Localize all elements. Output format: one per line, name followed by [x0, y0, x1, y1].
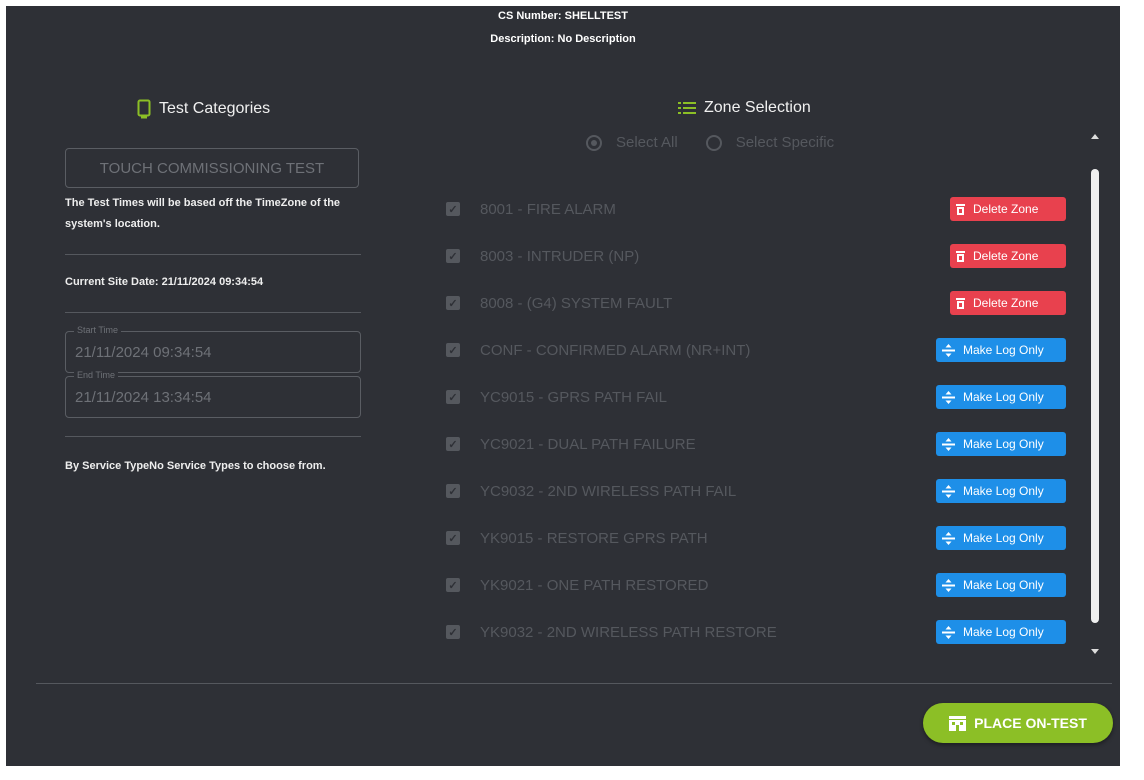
- divider: [65, 312, 361, 313]
- phone-icon: [137, 99, 151, 119]
- make-log-only-button[interactable]: Make Log Only: [936, 479, 1066, 503]
- zone-row: ✓ YC9015 - GPRS PATH FAIL Make Log Only: [444, 382, 1066, 412]
- trash-icon: [956, 203, 965, 215]
- divider: [65, 254, 361, 255]
- select-specific-radio[interactable]: [705, 134, 722, 151]
- zone-mode-radio-group: Select All Select Specific: [586, 134, 834, 151]
- service-type-note: By Service TypeNo Service Types to choos…: [65, 460, 326, 472]
- split-icon: [942, 484, 955, 498]
- split-icon: [942, 625, 955, 639]
- make-log-only-button[interactable]: Make Log Only: [936, 432, 1066, 456]
- zone-row: ✓ 8003 - INTRUDER (NP) Delete Zone: [444, 241, 1066, 271]
- zone-row: ✓ YK9032 - 2ND WIRELESS PATH RESTORE Mak…: [444, 617, 1066, 647]
- zone-checkbox[interactable]: ✓: [446, 343, 460, 357]
- building-icon: [949, 715, 967, 731]
- test-panel: CS Number: SHELLTEST Description: No Des…: [6, 6, 1120, 766]
- select-all-radio[interactable]: [586, 134, 602, 151]
- trash-icon: [956, 297, 965, 309]
- zone-row: ✓ YC9032 - 2ND WIRELESS PATH FAIL Make L…: [444, 476, 1066, 506]
- zone-checkbox[interactable]: ✓: [446, 484, 460, 498]
- zone-row: ✓ CONF - CONFIRMED ALARM (NR+INT) Make L…: [444, 335, 1066, 365]
- end-time-value: 21/11/2024 13:34:54: [75, 389, 212, 406]
- delete-zone-button[interactable]: Delete Zone: [950, 291, 1066, 315]
- make-log-only-button[interactable]: Make Log Only: [936, 526, 1066, 550]
- zone-list-scrollbar[interactable]: [1091, 169, 1099, 623]
- delete-zone-button[interactable]: Delete Zone: [950, 244, 1066, 268]
- start-time-field[interactable]: Start Time 21/11/2024 09:34:54: [65, 325, 361, 373]
- split-icon: [942, 343, 955, 357]
- end-time-label: End Time: [74, 370, 119, 380]
- zone-checkbox[interactable]: ✓: [446, 390, 460, 404]
- description: Description: No Description: [490, 33, 636, 45]
- zone-row: ✓ 8008 - (G4) SYSTEM FAULT Delete Zone: [444, 288, 1066, 318]
- select-specific-label: Select Specific: [735, 134, 835, 151]
- divider: [65, 436, 361, 437]
- scroll-up-arrow-icon[interactable]: [1091, 134, 1099, 139]
- zone-row: ✓ YK9021 - ONE PATH RESTORED Make Log On…: [444, 570, 1066, 600]
- split-icon: [942, 437, 955, 451]
- zone-checkbox[interactable]: ✓: [446, 437, 460, 451]
- test-category-input[interactable]: TOUCH COMMISSIONING TEST: [65, 148, 359, 188]
- cs-number: CS Number: SHELLTEST: [498, 10, 628, 22]
- zone-checkbox[interactable]: ✓: [446, 296, 460, 310]
- zone-selection-title: Zone Selection: [678, 99, 811, 117]
- test-categories-title: Test Categories: [137, 99, 270, 119]
- select-all-label: Select All: [616, 134, 678, 151]
- place-on-test-button[interactable]: PLACE ON-TEST: [923, 703, 1113, 743]
- end-time-field[interactable]: End Time 21/11/2024 13:34:54: [65, 370, 361, 418]
- list-icon: [678, 102, 696, 114]
- trash-icon: [956, 250, 965, 262]
- delete-zone-button[interactable]: Delete Zone: [950, 197, 1066, 221]
- make-log-only-button[interactable]: Make Log Only: [936, 620, 1066, 644]
- zone-checkbox[interactable]: ✓: [446, 249, 460, 263]
- split-icon: [942, 578, 955, 592]
- split-icon: [942, 531, 955, 545]
- start-time-label: Start Time: [74, 325, 122, 335]
- current-site-date: Current Site Date: 21/11/2024 09:34:54: [65, 276, 264, 288]
- zone-row: ✓ YC9021 - DUAL PATH FAILURE Make Log On…: [444, 429, 1066, 459]
- zone-checkbox[interactable]: ✓: [446, 578, 460, 592]
- start-time-value: 21/11/2024 09:34:54: [75, 344, 212, 361]
- make-log-only-button[interactable]: Make Log Only: [936, 338, 1066, 362]
- make-log-only-button[interactable]: Make Log Only: [936, 385, 1066, 409]
- zone-checkbox[interactable]: ✓: [446, 202, 460, 216]
- zone-row: ✓ 8001 - FIRE ALARM Delete Zone: [444, 194, 1066, 224]
- zone-checkbox[interactable]: ✓: [446, 625, 460, 639]
- make-log-only-button[interactable]: Make Log Only: [936, 573, 1066, 597]
- zone-checkbox[interactable]: ✓: [446, 531, 460, 545]
- zone-row: ✓ YK9015 - RESTORE GPRS PATH Make Log On…: [444, 523, 1066, 553]
- timezone-note: The Test Times will be based off the Tim…: [65, 197, 341, 230]
- scroll-down-arrow-icon[interactable]: [1091, 649, 1099, 654]
- split-icon: [942, 390, 955, 404]
- footer-divider: [36, 683, 1112, 684]
